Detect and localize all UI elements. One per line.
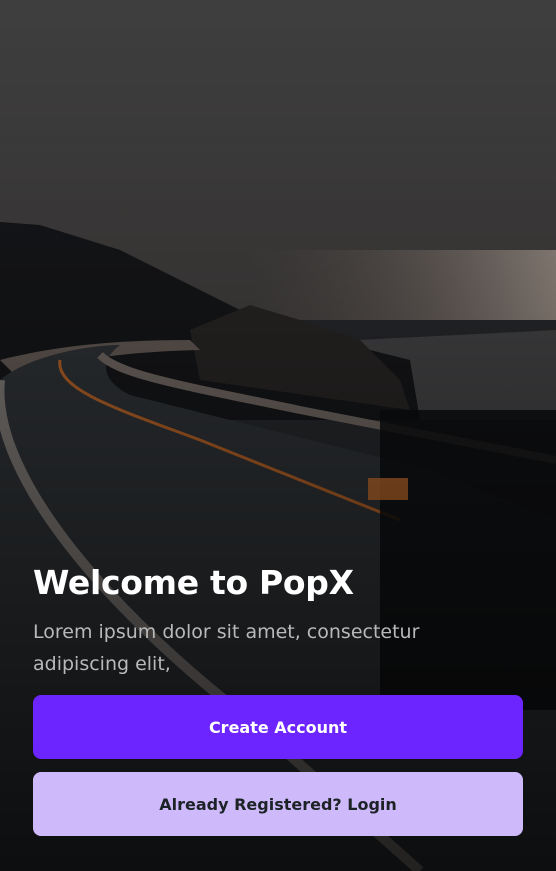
create-account-button[interactable]: Create Account: [33, 695, 523, 759]
welcome-subtitle: Lorem ipsum dolor sit amet, consectetur …: [33, 621, 420, 675]
welcome-title: Welcome to PopX: [33, 563, 354, 602]
welcome-content: Welcome to PopX Lorem ipsum dolor sit am…: [33, 560, 523, 836]
welcome-screen: Welcome to PopX Lorem ipsum dolor sit am…: [0, 0, 556, 871]
login-button[interactable]: Already Registered? Login: [33, 772, 523, 836]
